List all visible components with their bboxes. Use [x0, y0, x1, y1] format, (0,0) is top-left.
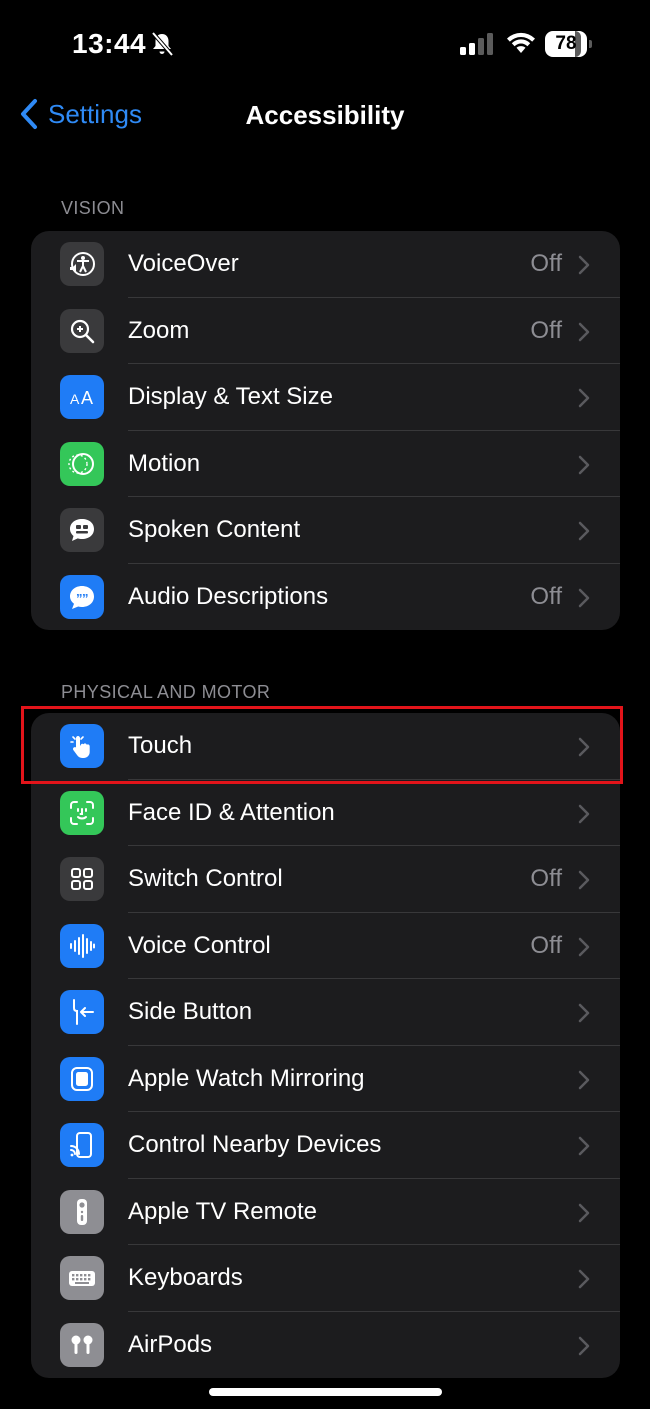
row-voiceover[interactable]: VoiceOver Off [31, 231, 620, 298]
face-id-icon [60, 790, 104, 835]
row-audio-descriptions[interactable]: ”” Audio Descriptions Off [31, 564, 620, 631]
voice-control-icon [60, 923, 104, 968]
svg-text:”: ” [82, 591, 89, 606]
chevron-right-icon [578, 1269, 590, 1289]
row-motion[interactable]: Motion [31, 431, 620, 497]
row-airpods[interactable]: AirPods [31, 1312, 620, 1379]
physical-motor-group: Touch Face ID & Attention Switch Control… [31, 713, 620, 1378]
row-face-id-attention[interactable]: Face ID & Attention [31, 780, 620, 846]
row-zoom[interactable]: Zoom Off [31, 298, 620, 364]
row-label: Face ID & Attention [128, 798, 335, 826]
voiceover-icon [60, 242, 104, 286]
row-value: Off [530, 250, 562, 278]
row-side-button[interactable]: Side Button [31, 979, 620, 1046]
text-size-icon: AA [60, 375, 104, 419]
tv-remote-icon [60, 1189, 104, 1234]
keyboard-icon [60, 1256, 104, 1300]
row-label: Display & Text Size [128, 383, 333, 411]
row-label: Keyboards [128, 1264, 243, 1292]
row-label: AirPods [128, 1330, 213, 1358]
section-header-vision: VISION [61, 198, 125, 218]
chevron-right-icon [578, 455, 590, 474]
row-value: Off [530, 582, 562, 610]
svg-text:A: A [70, 391, 80, 407]
page-title: Accessibility [245, 100, 405, 130]
row-label: Side Button [128, 998, 253, 1026]
switch-control-icon [60, 857, 104, 901]
row-value: Off [530, 931, 562, 959]
row-label: Touch [128, 732, 193, 760]
home-indicator[interactable] [209, 1388, 442, 1396]
chevron-right-icon [578, 870, 590, 890]
spoken-content-icon [60, 508, 104, 552]
battery-level: 78 [555, 33, 577, 54]
row-label: Zoom [128, 316, 190, 344]
chevron-right-icon [578, 1336, 590, 1355]
row-switch-control[interactable]: Switch Control Off [31, 846, 620, 913]
row-label: Audio Descriptions [128, 582, 329, 610]
row-display-text-size[interactable]: AA Display & Text Size [31, 364, 620, 431]
row-keyboards[interactable]: Keyboards [31, 1245, 620, 1312]
row-voice-control[interactable]: Voice Control Off [31, 913, 620, 979]
chevron-right-icon [578, 937, 590, 956]
row-label: VoiceOver [128, 250, 239, 278]
status-bar: 13:44 78 [0, 0, 650, 90]
row-label: Voice Control [128, 931, 271, 959]
row-control-nearby-devices[interactable]: Control Nearby Devices [31, 1112, 620, 1179]
cellular-signal-icon [460, 33, 493, 55]
side-button-icon [60, 990, 104, 1034]
chevron-right-icon [578, 1070, 590, 1089]
row-label: Apple TV Remote [128, 1197, 317, 1225]
touch-hand-icon [60, 724, 104, 768]
wifi-icon [507, 32, 535, 53]
row-value: Off [530, 865, 562, 893]
section-header-physical-motor: PHYSICAL AND MOTOR [61, 682, 271, 702]
chevron-right-icon [578, 255, 590, 275]
chevron-right-icon [578, 1003, 590, 1023]
chevron-right-icon [578, 737, 590, 757]
row-apple-tv-remote[interactable]: Apple TV Remote [31, 1179, 620, 1245]
motion-icon [60, 441, 104, 486]
row-apple-watch-mirroring[interactable]: Apple Watch Mirroring [31, 1046, 620, 1112]
row-label: Apple Watch Mirroring [128, 1064, 365, 1092]
chevron-right-icon [578, 521, 590, 541]
row-label: Switch Control [128, 865, 283, 893]
chevron-right-icon [578, 1136, 590, 1156]
nearby-devices-icon [60, 1123, 104, 1167]
row-label: Motion [128, 449, 201, 477]
chevron-right-icon [578, 322, 590, 341]
row-value: Off [530, 316, 562, 344]
row-spoken-content[interactable]: Spoken Content [31, 497, 620, 564]
chevron-right-icon [578, 388, 590, 408]
row-label: Spoken Content [128, 516, 301, 544]
chevron-right-icon [578, 804, 590, 823]
zoom-icon [60, 308, 104, 353]
battery-icon: 78 [545, 31, 593, 57]
chevron-right-icon [578, 1203, 590, 1222]
svg-text:A: A [81, 388, 93, 408]
chevron-right-icon [578, 588, 590, 607]
vision-group: VoiceOver Off Zoom Off AA Display & Text… [31, 231, 620, 630]
row-touch[interactable]: Touch [31, 713, 620, 780]
status-time: 13:44 [72, 28, 147, 59]
silent-bell-icon [151, 31, 174, 57]
audio-descriptions-icon: ”” [60, 574, 104, 619]
watch-mirroring-icon [60, 1056, 104, 1101]
navigation-bar: Settings Accessibility [0, 90, 650, 140]
row-label: Control Nearby Devices [128, 1131, 382, 1159]
airpods-icon [60, 1322, 104, 1367]
